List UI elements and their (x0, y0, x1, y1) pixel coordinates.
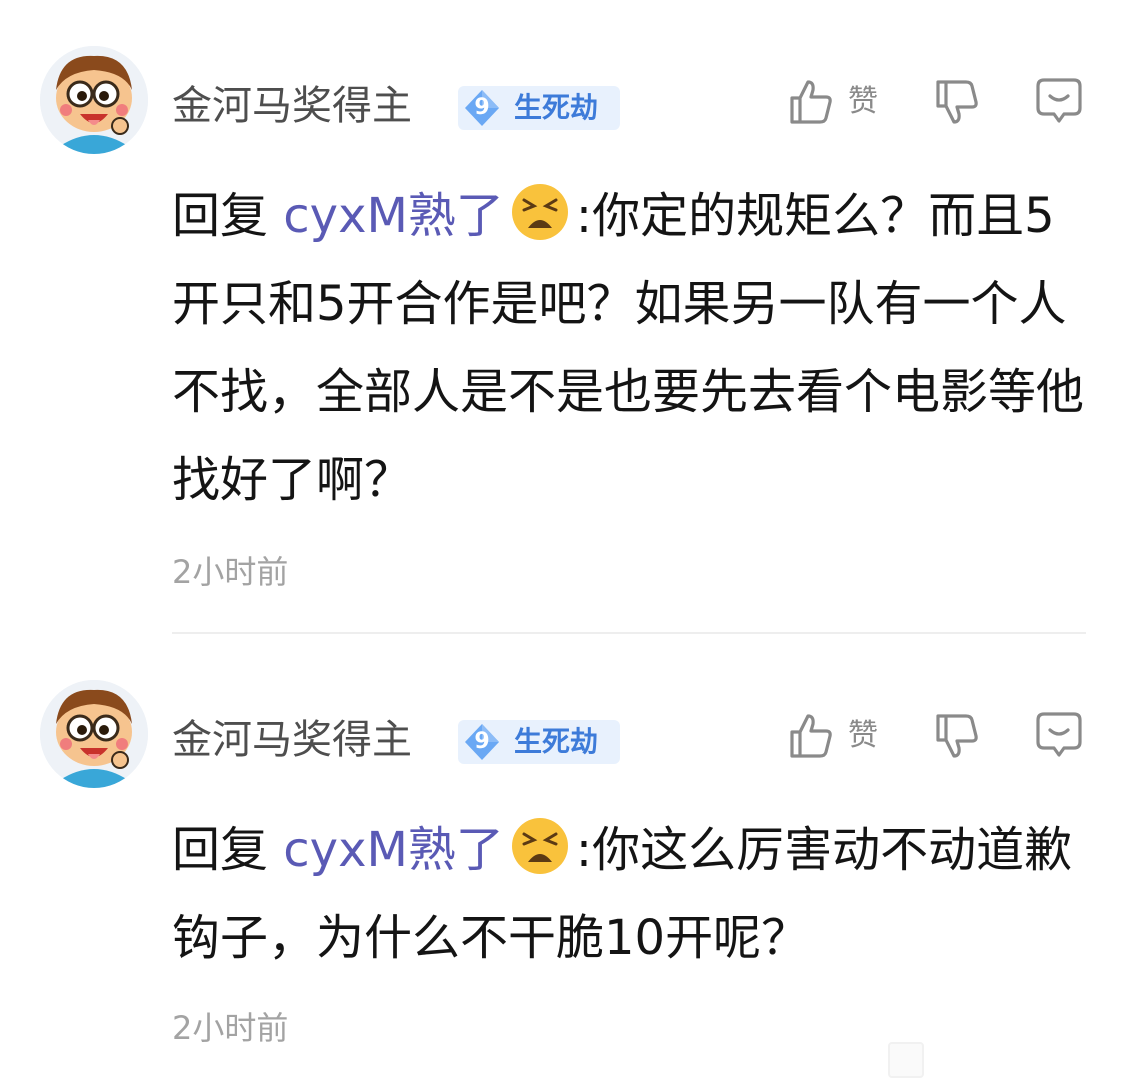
tired-face-emoji-icon (511, 818, 568, 874)
like-label: 赞 (848, 718, 878, 753)
comment-item: 金河马奖得主 9 生死劫 赞 回复 cyxM熟了:你这么厉害动不动道歉钩子，为什… (0, 634, 1125, 1088)
like-button[interactable]: 赞 (786, 78, 890, 128)
badge-level: 9 (474, 95, 490, 120)
avatar[interactable] (40, 46, 148, 154)
user-level-badge[interactable]: 9 生死劫 (458, 720, 620, 764)
thumbs-up-icon (790, 714, 832, 758)
comment-content: 回复 cyxM熟了:你定的规矩么？而且5开只和5开合作是吧？如果另一队有一个人不… (172, 172, 1092, 524)
mention-link[interactable]: cyxM熟了 (283, 188, 504, 244)
dislike-button[interactable] (932, 78, 980, 126)
like-label: 赞 (848, 84, 878, 119)
username[interactable]: 金河马奖得主 (172, 80, 412, 132)
reply-button[interactable] (1034, 76, 1084, 126)
like-button[interactable]: 赞 (786, 712, 890, 762)
avatar[interactable] (40, 680, 148, 788)
badge-name: 生死劫 (514, 91, 599, 124)
reply-button[interactable] (1034, 710, 1084, 760)
comment-bubble-icon (1036, 78, 1082, 123)
mention-link[interactable]: cyxM熟了 (283, 822, 504, 878)
dislike-button[interactable] (932, 712, 980, 760)
thumbs-up-icon (790, 80, 832, 124)
timestamp: 2小时前 (172, 553, 289, 591)
badge-level: 9 (474, 729, 490, 754)
comment-bubble-icon (1036, 712, 1082, 757)
thumbs-down-icon (936, 80, 978, 124)
thumbs-down-icon (936, 714, 978, 758)
badge-name: 生死劫 (514, 725, 599, 758)
tired-face-emoji-icon (511, 184, 568, 240)
comment-content: 回复 cyxM熟了:你这么厉害动不动道歉钩子，为什么不干脆10开呢？ (172, 806, 1092, 982)
reply-prefix: 回复 (172, 188, 284, 244)
reply-prefix: 回复 (172, 822, 284, 878)
user-level-badge[interactable]: 9 生死劫 (458, 86, 620, 130)
watermark-icon (888, 1042, 924, 1078)
timestamp: 2小时前 (172, 1009, 289, 1047)
username[interactable]: 金河马奖得主 (172, 714, 412, 766)
comment-item: 金河马奖得主 9 生死劫 赞 回复 cyxM熟了:你定的规矩么？而且5开只和5开… (0, 0, 1125, 634)
